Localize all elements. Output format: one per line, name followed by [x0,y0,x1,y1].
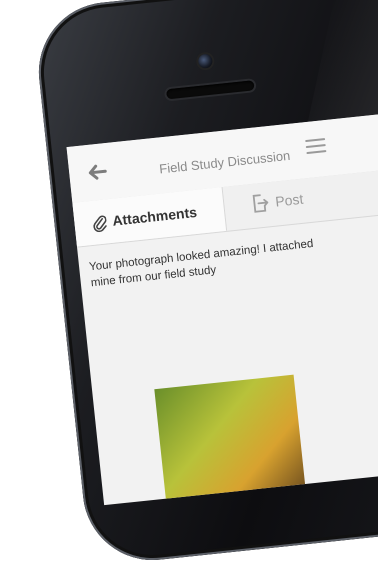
paperclip-icon [92,213,108,233]
front-camera [197,53,213,69]
hamburger-menu-icon[interactable] [305,138,327,156]
attachment-photo[interactable] [154,374,307,506]
earpiece-speaker [166,80,255,100]
export-icon [250,192,270,214]
app-screen: Field Study Discussion Attachments Post … [66,113,378,506]
page-title: Field Study Discussion [158,147,291,177]
message-text: Your photograph looked amazing! I attach… [88,237,314,290]
phone-device: Field Study Discussion Attachments Post … [32,0,378,567]
back-arrow-icon[interactable] [86,161,108,183]
tab-post-label: Post [274,190,305,210]
tab-attachments-label: Attachments [111,203,198,229]
